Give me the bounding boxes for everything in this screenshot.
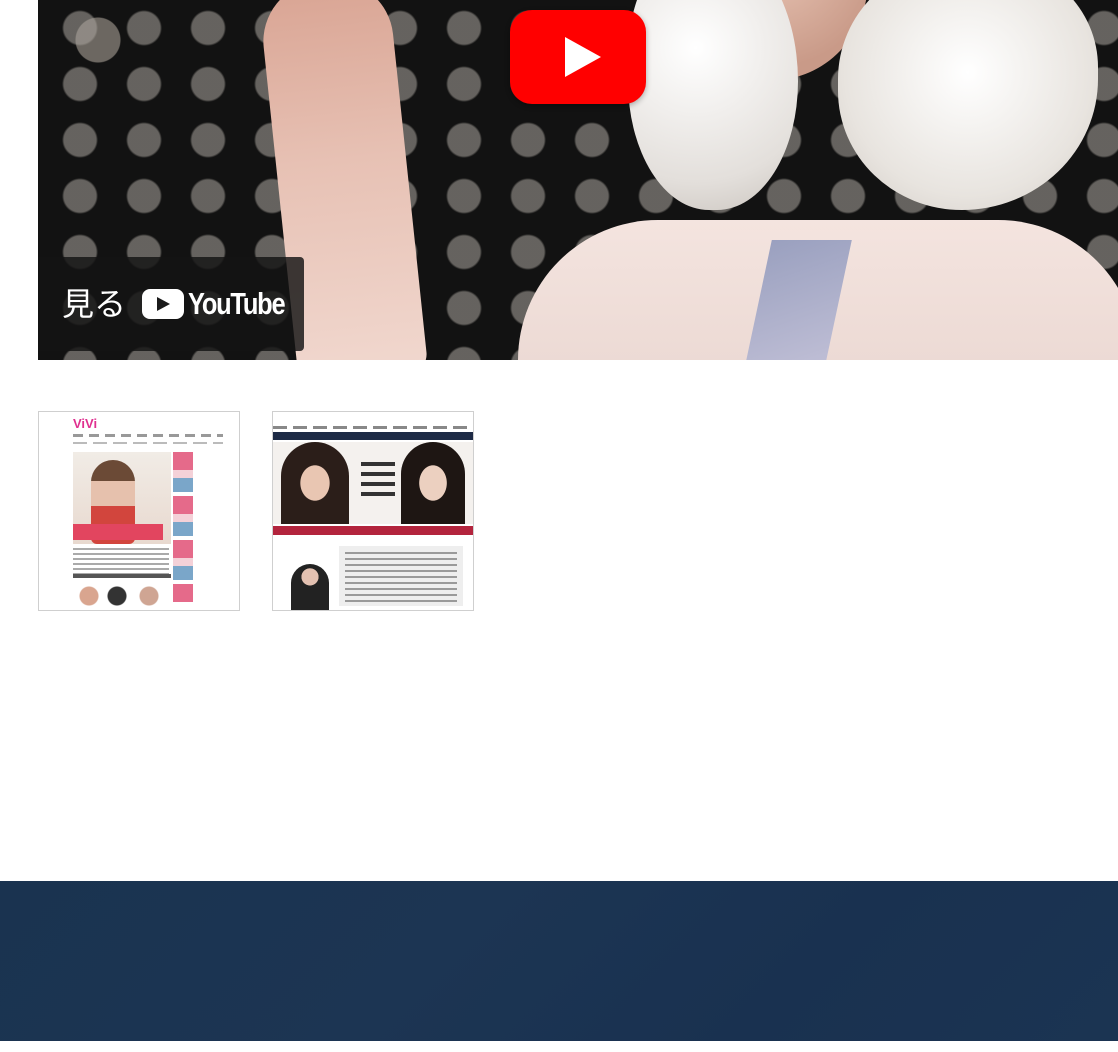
play-icon <box>565 37 601 77</box>
thumbnail-model-right <box>401 442 465 524</box>
page-footer <box>0 881 1118 1041</box>
magazine-logo: ViVi <box>73 416 98 431</box>
thumbnail-subnav <box>73 442 223 444</box>
youtube-logo-text: YouTube <box>188 286 286 321</box>
thumbnail-sidebar <box>173 452 193 602</box>
screenshot-thumbnail-2[interactable] <box>272 411 474 611</box>
screenshot-thumbnail-1[interactable]: ViVi <box>38 411 240 611</box>
thumbnail-title-text <box>361 462 395 502</box>
thumbnail-model-left <box>281 442 349 524</box>
watch-on-youtube-button[interactable]: 見る YouTube <box>38 257 304 351</box>
thumbnail-divider <box>73 574 171 578</box>
thumbnail-product-images <box>79 584 169 608</box>
thumbnail-text-lines <box>345 552 457 602</box>
youtube-icon <box>142 289 184 319</box>
watch-label: 見る <box>62 285 127 323</box>
embedded-video-player[interactable]: 見る YouTube <box>38 0 1118 360</box>
thumbnail-nav <box>73 434 223 437</box>
thumbnail-header-bar <box>273 432 473 440</box>
play-button[interactable] <box>510 10 646 104</box>
thumbnail-portrait <box>291 564 329 610</box>
thumbnail-red-banner <box>273 526 473 535</box>
thumbnail-banner <box>73 524 163 540</box>
thumbnail-nav <box>273 426 473 429</box>
